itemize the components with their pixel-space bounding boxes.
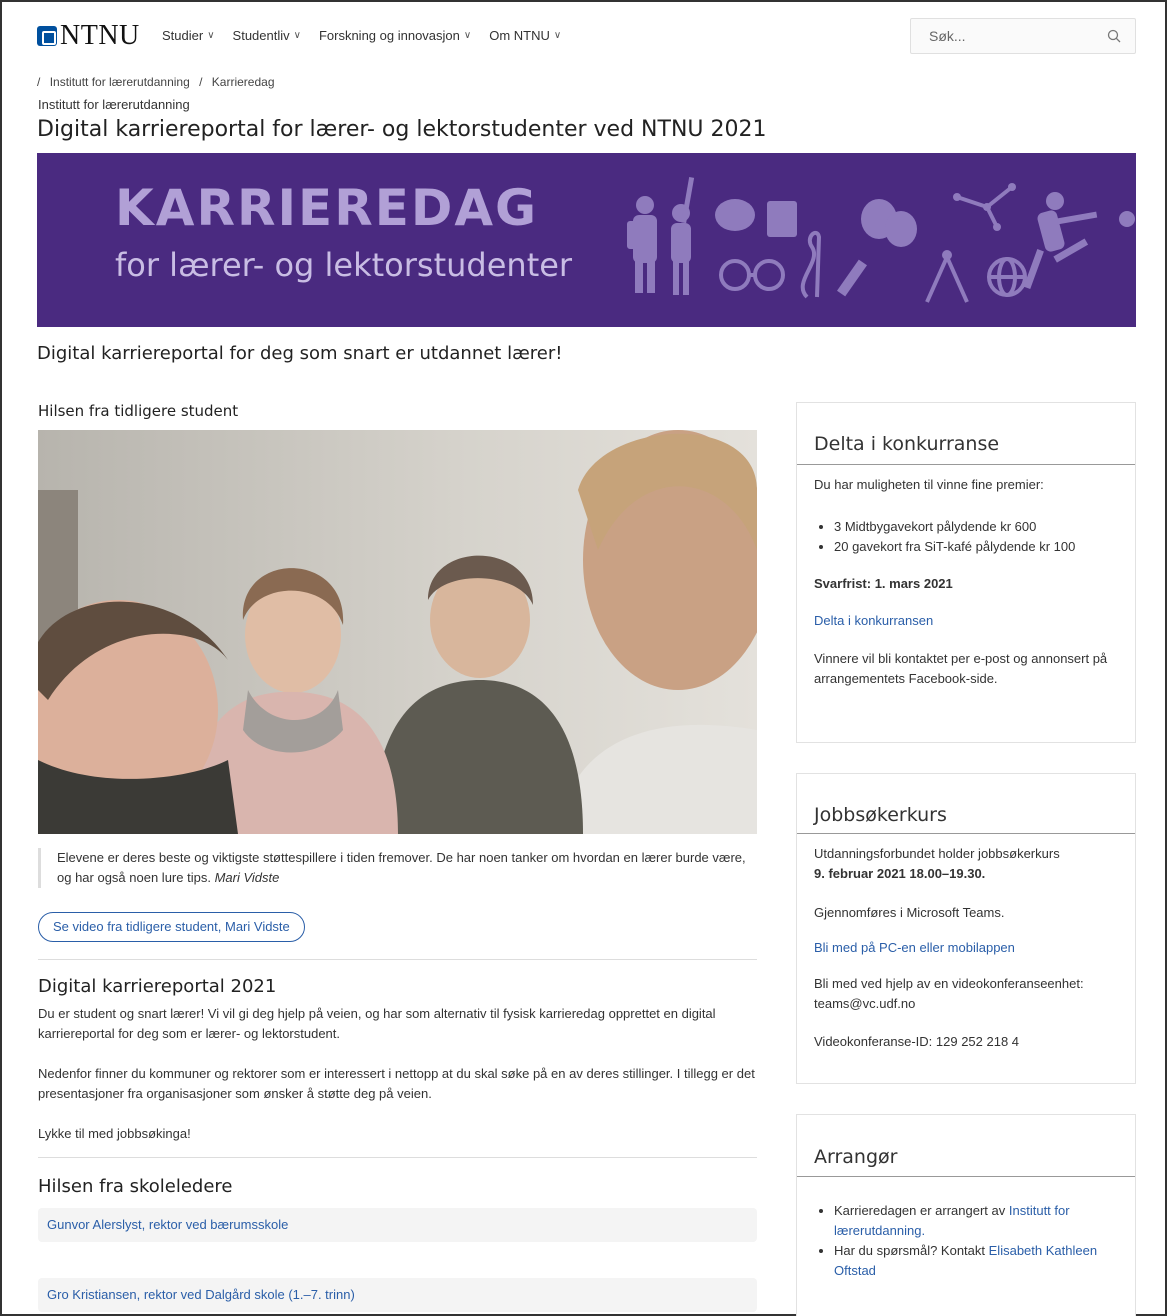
- contest-link[interactable]: Delta i konkurransen: [814, 611, 1126, 631]
- leaders-heading: Hilsen fra skoleledere: [38, 1176, 233, 1197]
- quote-author: Mari Vidste: [214, 870, 280, 885]
- page-supertitle: Institutt for lærerutdanning: [38, 97, 190, 112]
- nav-label: Studentliv: [232, 28, 290, 43]
- organizer-text: Karrieredagen er arrangert av: [834, 1203, 1006, 1218]
- banner-title: KARRIEREDAG: [115, 179, 539, 237]
- breadcrumb-item-institutt[interactable]: Institutt for lærerutdanning: [50, 75, 190, 89]
- contest-intro: Du har muligheten til vinne fine premier…: [814, 477, 1044, 492]
- ntnu-logo[interactable]: NTNU: [37, 22, 140, 50]
- prize-list: 3 Midtbygavekort pålydende kr 600 20 gav…: [814, 517, 1126, 557]
- breadcrumb-item-karrieredag[interactable]: Karrieredag: [212, 75, 275, 89]
- main-nav: Studier ∨ Studentliv ∨ Forskning og innova…: [162, 28, 561, 43]
- photo-illustration: [38, 430, 757, 834]
- karrieredag-banner: KARRIEREDAG for lærer- og lektorstudente…: [37, 153, 1136, 327]
- leader-item[interactable]: Gro Kristiansen, rektor ved Dalgård skol…: [38, 1278, 757, 1312]
- lead-heading: Digital karriereportal for deg som snart…: [37, 343, 563, 364]
- organizer-list: Karrieredagen er arrangert av Institutt …: [814, 1201, 1126, 1281]
- organizer-text: Har du spørsmål? Kontakt: [834, 1243, 986, 1258]
- ntnu-logo-mark: [37, 26, 57, 46]
- course-title: Jobbsøkerkurs: [814, 804, 947, 826]
- breadcrumb-separator: /: [37, 75, 41, 89]
- chevron-down-icon: ∨: [207, 30, 215, 41]
- portal-paragraph-2: Nedenfor finner du kommuner og rektorer …: [38, 1066, 755, 1101]
- chevron-down-icon: ∨: [553, 30, 562, 41]
- course-info: Utdanningsforbundet holder jobbsøkerkurs…: [814, 844, 1126, 884]
- search-input[interactable]: [929, 28, 1089, 44]
- prize-item: 20 gavekort fra SiT-kafé pålydende kr 10…: [834, 537, 1126, 557]
- chevron-down-icon: ∨: [293, 30, 301, 41]
- search-icon[interactable]: [1107, 29, 1121, 43]
- page-title: Digital karriereportal for lærer- og lek…: [37, 117, 767, 142]
- card-divider: [797, 1176, 1135, 1177]
- breadcrumb: / Institutt for lærerutdanning / Karrier…: [37, 75, 281, 89]
- nav-forskning[interactable]: Forskning og innovasjon ∨: [319, 28, 471, 43]
- leader-item[interactable]: Gunvor Alerslyst, rektor ved bærumsskole: [38, 1208, 757, 1242]
- organizer-item: Har du spørsmål? Kontakt Elisabeth Kathl…: [834, 1241, 1126, 1281]
- portal-heading: Digital karriereportal 2021: [38, 976, 277, 997]
- course-date: 9. februar 2021 18.00–19.30.: [814, 866, 986, 881]
- quote-text: Elevene er deres beste og viktigste støt…: [57, 850, 746, 885]
- search-box: [910, 18, 1136, 54]
- organizer-item: Karrieredagen er arrangert av Institutt …: [834, 1201, 1126, 1241]
- organizer-card: Arrangør Karrieredagen er arrangert av I…: [796, 1114, 1136, 1316]
- banner-illustration: [627, 177, 1135, 303]
- student-video-still[interactable]: [38, 430, 757, 834]
- portal-paragraph-3: Lykke til med jobbsøkinga!: [38, 1126, 191, 1141]
- contest-card: Delta i konkurranse Du har muligheten ti…: [796, 402, 1136, 743]
- chevron-down-icon: ∨: [463, 30, 472, 41]
- deadline-text: Svarfrist: 1. mars 2021: [814, 576, 953, 591]
- course-card: Jobbsøkerkurs Utdanningsforbundet holder…: [796, 773, 1136, 1084]
- divider: [38, 1157, 757, 1158]
- greeting-heading: Hilsen fra tidligere student: [38, 402, 239, 420]
- organizer-title: Arrangør: [814, 1146, 898, 1168]
- divider: [38, 959, 757, 960]
- nav-label: Om NTNU: [489, 28, 550, 43]
- nav-om-ntnu[interactable]: Om NTNU ∨: [489, 28, 561, 43]
- watch-video-button[interactable]: Se video fra tidligere student, Mari Vid…: [38, 912, 305, 942]
- nav-studentliv[interactable]: Studentliv ∨: [233, 28, 301, 43]
- nav-label: Studier: [162, 28, 204, 43]
- student-quote: Elevene er deres beste og viktigste støt…: [38, 848, 757, 888]
- prize-item: 3 Midtbygavekort pålydende kr 600: [834, 517, 1126, 537]
- logo-text: NTNU: [60, 20, 140, 51]
- course-teams: Gjennomføres i Microsoft Teams.: [814, 905, 1005, 920]
- portal-paragraph-1: Du er student og snart lærer! Vi vil gi …: [38, 1006, 716, 1041]
- contest-note: Vinnere vil bli kontaktet per e-post og …: [814, 651, 1108, 686]
- course-join-link[interactable]: Bli med på PC-en eller mobilappen: [814, 938, 1126, 958]
- course-video: Bli med ved hjelp av en videokonferansee…: [814, 976, 1084, 1011]
- top-navigation: NTNU Studier ∨ Studentliv ∨ Forskning og i…: [2, 2, 1165, 72]
- contest-title: Delta i konkurranse: [814, 433, 1000, 455]
- card-divider: [797, 464, 1135, 465]
- nav-label: Forskning og innovasjon: [318, 28, 460, 43]
- contest-deadline: Svarfrist: 1. mars 2021: [814, 574, 1126, 594]
- course-conf-id: Videokonferanse-ID: 129 252 218 4: [814, 1034, 1020, 1049]
- card-divider: [797, 833, 1135, 834]
- nav-studier[interactable]: Studier ∨: [162, 28, 215, 43]
- course-line: Utdanningsforbundet holder jobbsøkerkurs: [814, 846, 1060, 861]
- breadcrumb-separator: /: [199, 75, 203, 89]
- banner-subtitle: for lærer- og lektorstudenter: [115, 246, 573, 284]
